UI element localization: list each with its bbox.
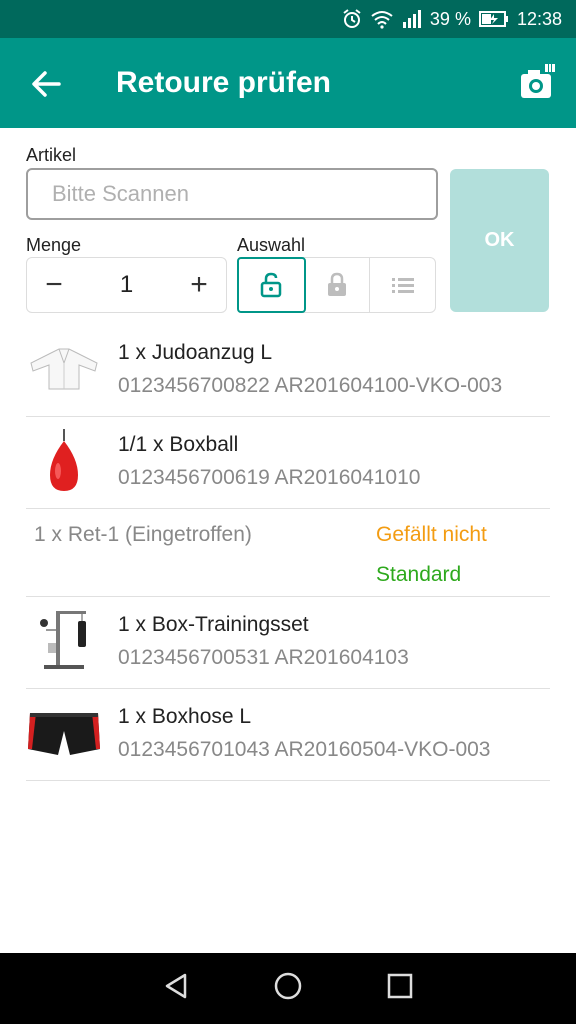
list-item[interactable]: 1 x Judoanzug L 0123456700822 AR20160410… bbox=[26, 325, 550, 417]
list-icon bbox=[391, 278, 414, 293]
item-code: 0123456700822 AR201604100-VKO-003 bbox=[118, 374, 503, 397]
item-name: 1/1 x Boxball bbox=[118, 433, 239, 456]
decrement-button[interactable]: − bbox=[27, 258, 81, 312]
lock-mode-button[interactable] bbox=[305, 258, 371, 312]
circle-home-icon bbox=[274, 972, 302, 1000]
app-bar: Retoure prüfen bbox=[0, 38, 576, 128]
list-item[interactable]: 1 x Boxhose L 0123456701043 AR20160504-V… bbox=[26, 689, 550, 781]
list-item[interactable]: 1/1 x Boxball 0123456700619 AR2016041010 bbox=[26, 417, 550, 509]
back-button[interactable] bbox=[26, 64, 66, 104]
return-reason: Gefällt nicht bbox=[376, 523, 487, 546]
return-entry-text: 1 x Ret-1 (Eingetroffen) bbox=[34, 523, 252, 546]
item-code: 0123456701043 AR20160504-VKO-003 bbox=[118, 738, 491, 761]
selection-mode-selector bbox=[237, 257, 436, 313]
boxhose-image bbox=[26, 701, 102, 767]
training-set-image bbox=[26, 609, 102, 675]
quantity-stepper: − 1 + bbox=[26, 257, 227, 313]
auswahl-label: Auswahl bbox=[237, 235, 306, 255]
lock-icon bbox=[328, 272, 346, 296]
signal-icon bbox=[402, 10, 422, 28]
system-nav-bar bbox=[0, 953, 576, 1024]
return-entry-row[interactable]: 1 x Ret-1 (Eingetroffen) Gefällt nicht S… bbox=[26, 509, 550, 597]
alarm-icon bbox=[342, 9, 362, 29]
item-name: 1 x Judoanzug L bbox=[118, 341, 273, 364]
item-code: 0123456700619 AR2016041010 bbox=[118, 466, 421, 489]
nav-home-button[interactable] bbox=[273, 971, 303, 1006]
camera-icon bbox=[521, 64, 555, 98]
square-recents-icon bbox=[387, 973, 413, 999]
return-condition: Standard bbox=[376, 563, 462, 586]
nav-back-button[interactable] bbox=[161, 971, 191, 1006]
ok-button[interactable]: OK bbox=[450, 169, 549, 312]
battery-charging-icon bbox=[478, 10, 509, 28]
battery-percent: 39 % bbox=[429, 8, 471, 29]
item-name: 1 x Boxhose L bbox=[118, 705, 252, 728]
menge-label: Menge bbox=[26, 235, 82, 255]
clock-time: 12:38 bbox=[516, 8, 562, 29]
list-item[interactable]: 1 x Box-Trainingsset 0123456700531 AR201… bbox=[26, 597, 550, 689]
increment-button[interactable]: + bbox=[172, 258, 226, 312]
lock-open-icon bbox=[261, 272, 282, 298]
status-bar: 39 % 12:38 bbox=[0, 0, 576, 38]
boxball-image bbox=[26, 429, 102, 495]
wifi-icon bbox=[370, 9, 394, 29]
article-scan-input[interactable] bbox=[26, 168, 438, 220]
list-mode-button[interactable] bbox=[370, 258, 435, 312]
nav-recents-button[interactable] bbox=[385, 971, 415, 1006]
page-title: Retoure prüfen bbox=[116, 66, 332, 99]
item-name: 1 x Box-Trainingsset bbox=[118, 613, 309, 636]
scan-camera-button[interactable] bbox=[518, 62, 558, 102]
unlock-mode-button[interactable] bbox=[237, 257, 306, 313]
arrow-left-icon bbox=[32, 71, 61, 97]
quantity-value: 1 bbox=[119, 271, 134, 298]
judo-suit-image bbox=[26, 337, 102, 403]
artikel-label: Artikel bbox=[26, 145, 77, 165]
return-item-list: 1 x Judoanzug L 0123456700822 AR20160410… bbox=[26, 325, 550, 781]
item-code: 0123456700531 AR201604103 bbox=[118, 646, 409, 669]
triangle-back-icon bbox=[165, 973, 187, 999]
